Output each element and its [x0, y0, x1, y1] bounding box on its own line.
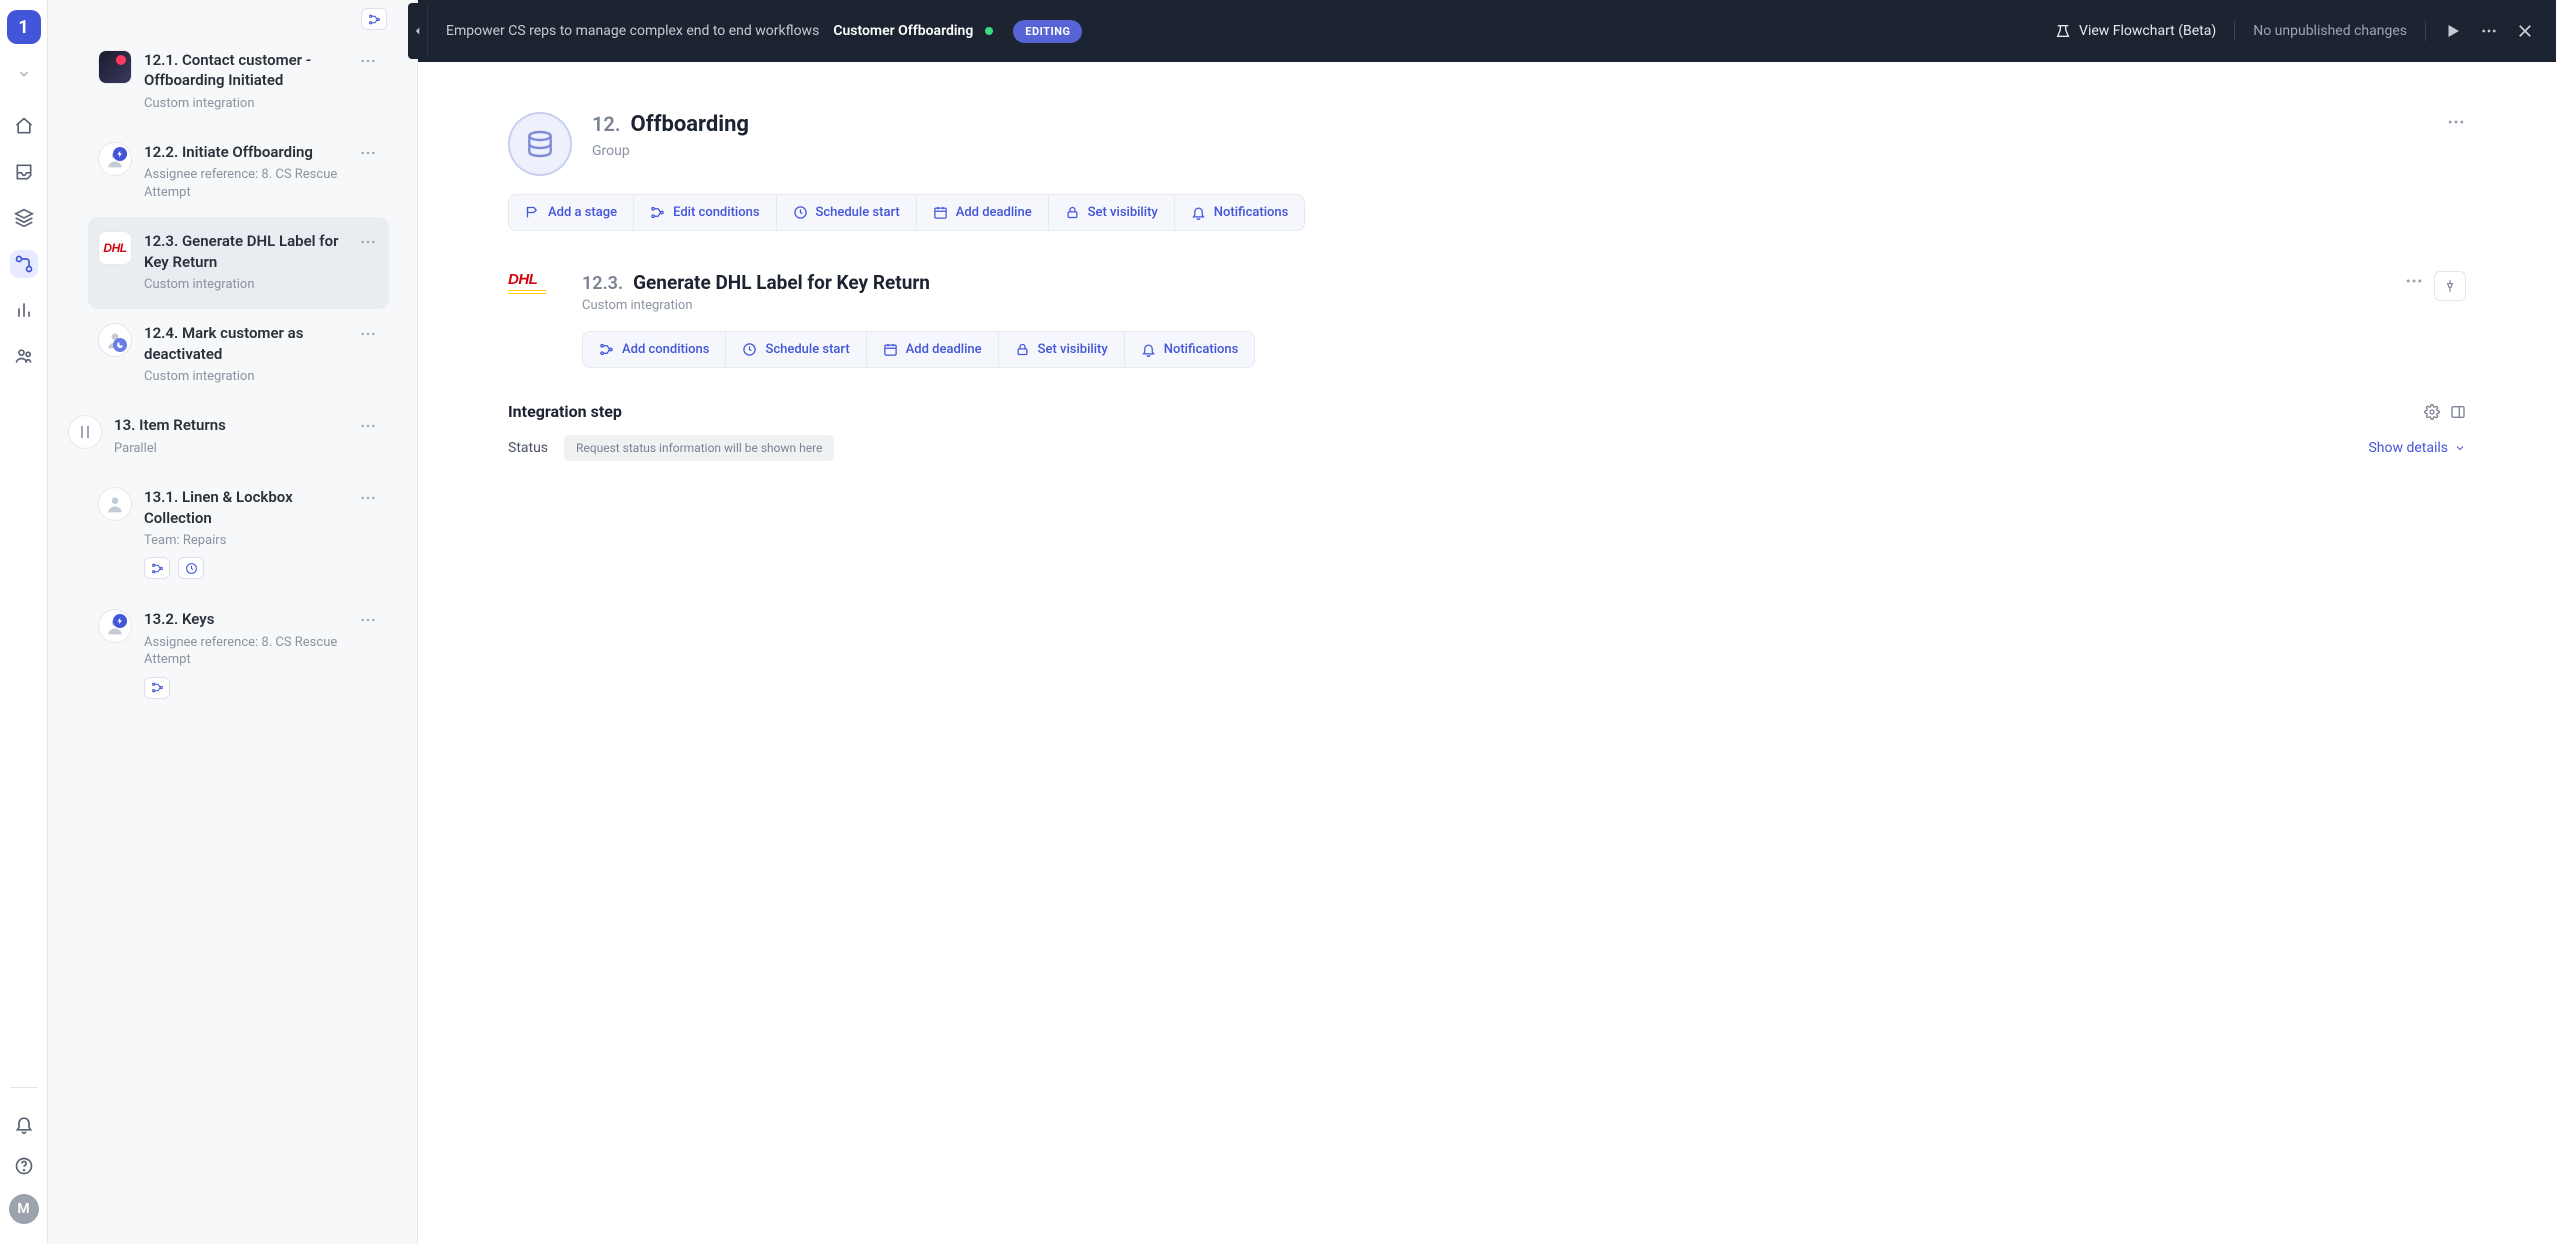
integration-section-title: Integration step [508, 402, 2414, 421]
step-item[interactable]: 12.4. Mark customer as deactivated Custo… [88, 309, 389, 401]
main-area: Empower CS reps to manage complex end to… [418, 0, 2556, 1244]
set-visibility-button[interactable]: Set visibility [1049, 195, 1175, 230]
step-title: 12.3. Generate DHL Label for Key Return [144, 231, 345, 272]
schedule-start-button[interactable]: Schedule start [726, 332, 866, 367]
step-subtitle: Custom integration [144, 276, 345, 294]
workspace-switcher[interactable] [17, 62, 31, 86]
step-title: 13.2. Keys [144, 609, 345, 629]
view-flowchart-button[interactable]: View Flowchart (Beta) [2055, 23, 2216, 39]
close-icon[interactable] [2516, 22, 2534, 40]
person-bolt-icon [98, 142, 132, 176]
conditions-chip[interactable] [361, 8, 387, 30]
step-title: 13.1. Linen & Lockbox Collection [144, 487, 345, 528]
step-detail: DHL 12.3. Generate DHL Label for Key Retu… [508, 271, 2466, 461]
analytics-icon[interactable] [10, 296, 38, 324]
step-subtitle: Parallel [114, 440, 345, 458]
time-chip[interactable] [178, 557, 204, 579]
group-type: Group [592, 143, 2446, 159]
step-subtitle: Custom integration [144, 95, 345, 113]
notifications-button[interactable]: Notifications [1125, 332, 1255, 367]
person-moon-icon [98, 323, 132, 357]
add-deadline-button[interactable]: Add deadline [917, 195, 1049, 230]
more-icon[interactable] [357, 323, 379, 385]
play-icon[interactable] [2444, 22, 2462, 40]
home-icon[interactable] [10, 112, 38, 140]
workspace-badge[interactable]: 1 [7, 10, 41, 44]
group-action-row: Add a stage Edit conditions Schedule sta… [508, 194, 1305, 231]
more-icon[interactable] [2480, 22, 2498, 40]
step-title: 12.4. Mark customer as deactivated [144, 323, 345, 364]
people-icon[interactable] [10, 342, 38, 370]
bell-icon[interactable] [10, 1110, 38, 1138]
step-item-active[interactable]: DHL 12.3. Generate DHL Label for Key Ret… [88, 217, 389, 309]
dhl-icon: DHL [98, 231, 132, 265]
editing-badge: EDITING [1013, 20, 1082, 43]
canvas: 12. Offboarding Group Add a stage Edit co… [418, 62, 2556, 1244]
status-badge: Request status information will be shown… [564, 435, 834, 461]
step-item[interactable]: 13.2. Keys Assignee reference: 8. CS Res… [88, 595, 389, 714]
step-item-group[interactable]: 13. Item Returns Parallel [58, 401, 389, 473]
integration-icon [98, 50, 132, 84]
set-visibility-button[interactable]: Set visibility [999, 332, 1125, 367]
help-icon[interactable] [10, 1152, 38, 1180]
detail-action-row: Add conditions Schedule start Add deadli… [582, 331, 1255, 368]
pin-button[interactable] [2434, 271, 2466, 301]
workflow-icon[interactable] [10, 250, 38, 278]
step-item[interactable]: 13.1. Linen & Lockbox Collection Team: R… [88, 473, 389, 595]
group-icon [508, 112, 572, 176]
group-number: 12. [592, 112, 621, 136]
schedule-start-button[interactable]: Schedule start [777, 195, 917, 230]
topbar: Empower CS reps to manage complex end to… [418, 0, 2556, 62]
more-icon[interactable] [357, 609, 379, 698]
more-icon[interactable] [357, 415, 379, 457]
person-bolt-icon [98, 609, 132, 643]
breadcrumb-parent[interactable]: Empower CS reps to manage complex end to… [446, 23, 819, 39]
status-row: Status Request status information will b… [508, 435, 2466, 461]
user-avatar[interactable]: M [9, 1194, 39, 1224]
status-label: Status [508, 440, 548, 456]
add-conditions-button[interactable]: Add conditions [583, 332, 726, 367]
step-subtitle: Assignee reference: 8. CS Rescue Attempt [144, 166, 345, 201]
more-icon[interactable] [357, 142, 379, 201]
collapse-sidebar[interactable] [408, 3, 428, 59]
more-icon[interactable] [357, 231, 379, 293]
detail-number: 12.3. [582, 273, 623, 294]
gear-icon[interactable] [2424, 404, 2440, 420]
detail-name: Generate DHL Label for Key Return [633, 271, 930, 294]
parallel-icon [68, 415, 102, 449]
publish-status: No unpublished changes [2253, 23, 2407, 39]
add-deadline-button[interactable]: Add deadline [867, 332, 999, 367]
panel-icon[interactable] [2450, 404, 2466, 420]
step-title: 13. Item Returns [114, 415, 345, 435]
group-name: Offboarding [631, 112, 749, 137]
dhl-icon: DHL [508, 271, 562, 294]
step-subtitle: Assignee reference: 8. CS Rescue Attempt [144, 634, 345, 669]
conditions-chip[interactable] [144, 557, 170, 579]
step-subtitle: Custom integration [144, 368, 345, 386]
detail-more-icon[interactable] [2404, 271, 2424, 291]
step-item[interactable]: 12.1. Contact customer - Offboarding Ini… [88, 36, 389, 128]
status-indicator [985, 27, 993, 35]
detail-type: Custom integration [582, 298, 2404, 313]
group-more-icon[interactable] [2446, 112, 2466, 132]
step-sidebar: 12.1. Contact customer - Offboarding Ini… [48, 0, 418, 1244]
person-icon [98, 487, 132, 521]
more-icon[interactable] [357, 50, 379, 112]
nav-rail: 1 [0, 0, 48, 1244]
breadcrumb-current: Customer Offboarding [833, 23, 973, 39]
step-title: 12.1. Contact customer - Offboarding Ini… [144, 50, 345, 91]
group-header: 12. Offboarding Group [508, 112, 2466, 176]
layers-icon[interactable] [10, 204, 38, 232]
notifications-button[interactable]: Notifications [1175, 195, 1305, 230]
inbox-icon[interactable] [10, 158, 38, 186]
conditions-chip[interactable] [144, 677, 170, 699]
step-item[interactable]: 12.2. Initiate Offboarding Assignee refe… [88, 128, 389, 217]
edit-conditions-button[interactable]: Edit conditions [634, 195, 776, 230]
step-title: 12.2. Initiate Offboarding [144, 142, 345, 162]
more-icon[interactable] [357, 487, 379, 579]
show-details-link[interactable]: Show details [2368, 440, 2466, 456]
step-subtitle: Team: Repairs [144, 532, 345, 550]
add-stage-button[interactable]: Add a stage [509, 195, 634, 230]
